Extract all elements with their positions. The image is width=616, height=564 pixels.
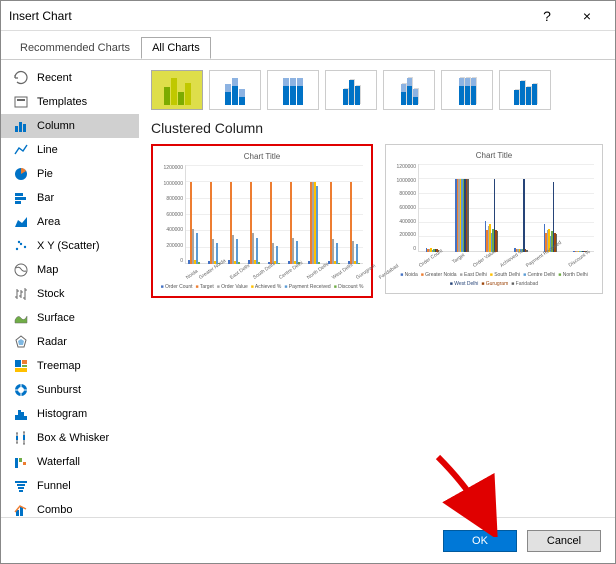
sidebar-item-scatter[interactable]: X Y (Scatter) <box>1 234 139 258</box>
preview-title: Chart Title <box>476 151 512 160</box>
sidebar-item-label: Waterfall <box>37 456 80 468</box>
sidebar-item-treemap[interactable]: Treemap <box>1 354 139 378</box>
subtype-100-stacked-column[interactable] <box>267 70 319 110</box>
chart-type-sidebar: Recent Templates Column Line Pie Bar Are… <box>1 60 139 517</box>
subtype-3d-column[interactable] <box>499 70 551 110</box>
sidebar-item-stock[interactable]: Stock <box>1 282 139 306</box>
sidebar-item-label: Box & Whisker <box>37 432 109 444</box>
subtype-stacked-column[interactable] <box>209 70 261 110</box>
y-ticks: 120000010000008000006000004000002000000 <box>157 165 183 264</box>
sidebar-item-combo[interactable]: Combo <box>1 498 139 517</box>
line-icon <box>13 142 29 158</box>
column-icon <box>13 118 29 134</box>
subtype-clustered-column[interactable] <box>151 70 203 110</box>
sidebar-item-label: Histogram <box>37 408 87 420</box>
sidebar-item-line[interactable]: Line <box>1 138 139 162</box>
sidebar-item-label: Radar <box>37 336 67 348</box>
sidebar-item-area[interactable]: Area <box>1 210 139 234</box>
sidebar-item-column[interactable]: Column <box>1 114 139 138</box>
bar-icon <box>13 190 29 206</box>
subtype-3d-clustered-column[interactable] <box>325 70 377 110</box>
histogram-icon <box>13 406 29 422</box>
sidebar-item-sunburst[interactable]: Sunburst <box>1 378 139 402</box>
tab-recommended[interactable]: Recommended Charts <box>9 37 141 59</box>
sidebar-item-surface[interactable]: Surface <box>1 306 139 330</box>
combo-icon <box>13 502 29 517</box>
sidebar-item-label: Stock <box>37 288 65 300</box>
sidebar-item-label: Column <box>37 120 75 132</box>
title-bar: Insert Chart ? × <box>1 1 615 31</box>
recent-icon <box>13 70 29 86</box>
insert-chart-dialog: Insert Chart ? × Recommended Charts All … <box>0 0 616 564</box>
sidebar-item-label: Combo <box>37 504 72 516</box>
content-pane: Clustered Column Chart Title 12000001000… <box>139 60 615 517</box>
templates-icon <box>13 94 29 110</box>
previews: Chart Title 1200000100000080000060000040… <box>151 144 603 298</box>
scatter-icon <box>13 238 29 254</box>
subtype-heading: Clustered Column <box>151 120 603 136</box>
surface-icon <box>13 310 29 326</box>
sidebar-item-boxwhisker[interactable]: Box & Whisker <box>1 426 139 450</box>
sidebar-item-label: Funnel <box>37 480 71 492</box>
cancel-button[interactable]: Cancel <box>527 530 601 552</box>
y-ticks: 120000010000008000006000004000002000000 <box>390 164 416 252</box>
sidebar-item-label: Map <box>37 264 58 276</box>
subtype-3d-100-stacked-column[interactable] <box>441 70 493 110</box>
waterfall-icon <box>13 454 29 470</box>
close-button[interactable]: × <box>567 8 607 24</box>
sidebar-item-label: Sunburst <box>37 384 81 396</box>
sidebar-item-recent[interactable]: Recent <box>1 66 139 90</box>
sidebar-item-pie[interactable]: Pie <box>1 162 139 186</box>
sidebar-item-histogram[interactable]: Histogram <box>1 402 139 426</box>
sidebar-item-label: Surface <box>37 312 75 324</box>
treemap-icon <box>13 358 29 374</box>
help-button[interactable]: ? <box>527 8 567 24</box>
sidebar-item-label: X Y (Scatter) <box>37 240 100 252</box>
radar-icon <box>13 334 29 350</box>
sidebar-item-bar[interactable]: Bar <box>1 186 139 210</box>
sidebar-item-label: Templates <box>37 96 87 108</box>
subtype-row <box>151 70 603 110</box>
subtype-3d-stacked-column[interactable] <box>383 70 435 110</box>
sidebar-item-label: Treemap <box>37 360 81 372</box>
sidebar-item-label: Line <box>37 144 58 156</box>
tab-all-charts[interactable]: All Charts <box>141 37 211 59</box>
preview-2[interactable]: Chart Title 1200000100000080000060000040… <box>385 144 603 294</box>
preview-title: Chart Title <box>244 152 280 161</box>
sidebar-item-map[interactable]: Map <box>1 258 139 282</box>
sunburst-icon <box>13 382 29 398</box>
map-icon <box>13 262 29 278</box>
box-whisker-icon <box>13 430 29 446</box>
funnel-icon <box>13 478 29 494</box>
footer: OK Cancel <box>1 517 615 563</box>
preview-1[interactable]: Chart Title 1200000100000080000060000040… <box>151 144 373 298</box>
ok-button[interactable]: OK <box>443 530 517 552</box>
area-icon <box>13 214 29 230</box>
preview-legend: NoidaGreater NoidaEast DelhiSouth DelhiC… <box>390 272 598 287</box>
sidebar-item-templates[interactable]: Templates <box>1 90 139 114</box>
stock-icon <box>13 286 29 302</box>
sidebar-item-label: Area <box>37 216 60 228</box>
sidebar-item-label: Recent <box>37 72 72 84</box>
sidebar-item-funnel[interactable]: Funnel <box>1 474 139 498</box>
sidebar-item-label: Pie <box>37 168 53 180</box>
tab-strip: Recommended Charts All Charts <box>1 31 615 59</box>
sidebar-item-label: Bar <box>37 192 54 204</box>
preview-legend: Order CountTargetOrder ValueAchieved %Pa… <box>161 284 364 290</box>
sidebar-item-radar[interactable]: Radar <box>1 330 139 354</box>
dialog-title: Insert Chart <box>9 9 527 23</box>
pie-icon <box>13 166 29 182</box>
sidebar-item-waterfall[interactable]: Waterfall <box>1 450 139 474</box>
